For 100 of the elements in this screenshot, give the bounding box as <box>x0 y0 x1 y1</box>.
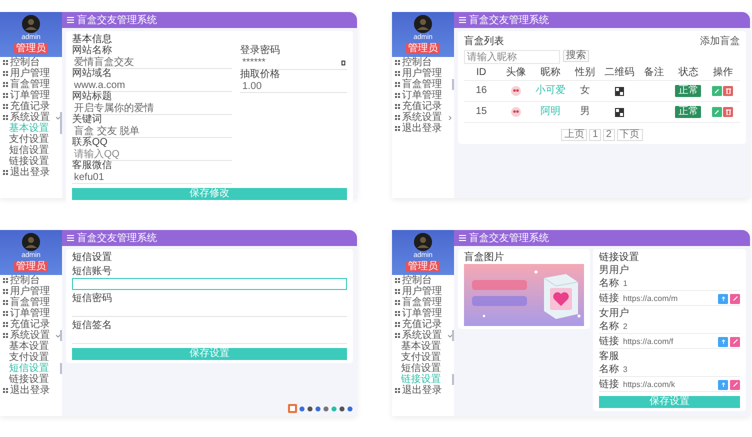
sidebar-item[interactable]: 用户管理 <box>0 286 62 297</box>
qr-code-icon <box>614 86 624 96</box>
pencil-icon <box>714 109 720 115</box>
app-icon[interactable] <box>288 404 297 413</box>
field-label: 网站域名 <box>72 69 113 79</box>
edit-button[interactable] <box>712 86 722 96</box>
sidebar-item[interactable]: 系统设置 <box>392 112 454 123</box>
sidebar-subitem[interactable]: 链接设置 <box>0 156 62 167</box>
menu-icon[interactable] <box>67 17 74 23</box>
upload-button[interactable] <box>718 294 728 304</box>
menu-icon[interactable] <box>67 235 74 241</box>
upload-button[interactable] <box>718 380 728 390</box>
grid-icon <box>3 71 8 76</box>
text-field[interactable]: 爱情盲盒交友 <box>72 56 232 69</box>
sidebar-item[interactable]: 系统设置 <box>392 330 454 341</box>
grid-icon <box>3 322 8 327</box>
sidebar-item[interactable]: 用户管理 <box>392 68 454 79</box>
grid-icon <box>3 388 8 393</box>
search-field[interactable]: 请输入昵称 <box>464 50 560 64</box>
grid-icon <box>395 278 400 283</box>
sidebar-item[interactable]: 充值记录 <box>392 101 454 112</box>
grid-icon <box>3 115 8 120</box>
chevron-icon <box>56 334 60 338</box>
grid-icon <box>395 388 400 393</box>
sidebar-subitem[interactable]: 支付设置 <box>0 134 62 145</box>
sidebar-subitem[interactable]: 短信设置 <box>392 363 454 374</box>
group-label: 男用户 <box>599 266 630 276</box>
column-header: 性别 <box>568 66 602 81</box>
field-label: 抽取价格 <box>240 70 282 80</box>
grid-icon <box>3 82 8 87</box>
grid-icon <box>3 93 8 98</box>
page-button[interactable]: 1 <box>589 129 601 141</box>
grid-icon <box>395 93 400 98</box>
sidebar-item[interactable]: 系统设置 <box>0 330 62 341</box>
grid-icon <box>395 82 400 87</box>
table-cell: 男 <box>568 102 602 123</box>
sidebar-item[interactable]: 用户管理 <box>0 68 62 79</box>
sidebar-item[interactable]: 订单管理 <box>392 90 454 101</box>
sidebar-item[interactable]: 充值记录 <box>392 319 454 330</box>
sidebar-item[interactable]: 控制台 <box>0 57 62 68</box>
sidebar-subitem[interactable]: 链接设置 <box>0 374 62 385</box>
sidebar-item[interactable]: 控制台 <box>0 275 62 286</box>
field-label: 网站名称 <box>72 46 113 56</box>
sidebar-item[interactable]: 控制台 <box>392 275 454 286</box>
menu-icon[interactable] <box>459 17 466 23</box>
sidebar-item[interactable]: 充值记录 <box>0 319 62 330</box>
field-label: 链接 <box>599 336 619 346</box>
sidebar-item[interactable]: 订单管理 <box>392 308 454 319</box>
table-cell: 女 <box>568 81 602 102</box>
pencil-icon <box>732 339 738 344</box>
upload-button[interactable] <box>718 336 728 346</box>
column-header: ID <box>464 66 498 81</box>
edit-button[interactable] <box>730 380 740 390</box>
sidebar-item[interactable]: 控制台 <box>392 57 454 68</box>
text-field[interactable]: 1.00 <box>240 80 347 93</box>
avatar-icon <box>22 233 40 251</box>
column-header: 昵称 <box>533 66 568 81</box>
edit-button[interactable] <box>730 336 740 346</box>
sidebar-item[interactable]: 盲盒管理 <box>392 297 454 308</box>
text-field[interactable] <box>72 278 347 290</box>
sidebar-subitem[interactable]: 基本设置 <box>392 341 454 352</box>
edit-button[interactable] <box>730 294 740 304</box>
edit-button[interactable] <box>712 107 722 117</box>
column-header: 二维码 <box>602 66 636 81</box>
sidebar-item[interactable]: 用户管理 <box>392 286 454 297</box>
sidebar-item[interactable]: 退出登录 <box>0 385 62 396</box>
add-link[interactable]: 添加盲盒 <box>700 34 740 48</box>
sidebar-item[interactable]: 订单管理 <box>0 308 62 319</box>
sidebar-item[interactable]: 盲盒管理 <box>0 79 62 90</box>
sidebar-item[interactable]: 订单管理 <box>0 90 62 101</box>
sidebar-item[interactable]: 盲盒管理 <box>0 297 62 308</box>
text-field[interactable]: kefu01 <box>72 171 232 184</box>
delete-button[interactable] <box>723 107 734 117</box>
page-button[interactable]: 2 <box>603 129 615 141</box>
delete-button[interactable] <box>723 86 734 96</box>
grid-icon <box>395 333 400 338</box>
grid-icon <box>395 126 400 131</box>
search-button[interactable]: 搜索 <box>563 50 589 62</box>
menu-icon[interactable] <box>459 235 466 241</box>
sidebar-item[interactable]: 退出登录 <box>0 167 62 178</box>
column-header: 操作 <box>706 66 740 81</box>
qr-code-icon <box>614 108 624 116</box>
page-button[interactable]: 上页 <box>561 129 588 141</box>
sidebar-item[interactable]: 盲盒管理 <box>392 79 454 90</box>
sidebar-item[interactable]: 系统设置 <box>0 112 62 123</box>
sidebar-item[interactable]: 退出登录 <box>392 123 454 134</box>
arrow-icon <box>720 296 726 301</box>
avatar-icon <box>510 107 521 117</box>
grid-icon <box>395 60 400 65</box>
sidebar-subitem[interactable]: 基本设置 <box>0 341 62 352</box>
sidebar-subitem[interactable]: 支付设置 <box>392 352 454 363</box>
chevron-icon <box>448 334 452 338</box>
page-button[interactable]: 下页 <box>616 129 643 141</box>
sidebar-subitem[interactable]: 支付设置 <box>0 352 62 363</box>
field-label: 联系QQ <box>72 138 109 148</box>
text-field[interactable]: 盲盒 交友 脱单 <box>72 125 232 138</box>
sidebar-subitem[interactable]: 短信设置 <box>0 145 62 156</box>
sidebar-item[interactable]: 退出登录 <box>392 385 454 396</box>
text-field[interactable]: 开启专属你的爱情 <box>72 102 232 115</box>
sidebar-item[interactable]: 充值记录 <box>0 101 62 112</box>
